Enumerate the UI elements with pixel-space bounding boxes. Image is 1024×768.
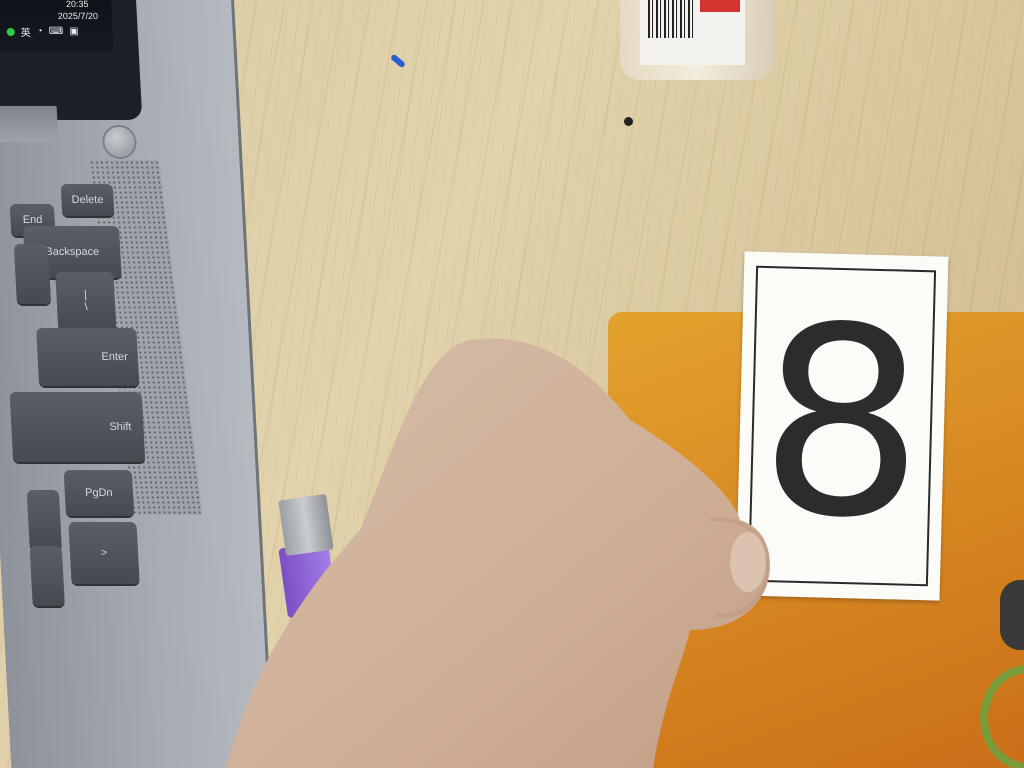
key-enter[interactable]: Enter [36, 328, 140, 386]
key-arrow-label: > [100, 547, 108, 559]
key-shift[interactable]: Shift [9, 392, 146, 462]
key-right-arrow[interactable]: > [68, 522, 140, 584]
key-pgdn-label: PgDn [84, 487, 113, 499]
key-partial-left-3[interactable] [29, 546, 65, 606]
key-delete-label: Delete [71, 194, 104, 206]
key-partial-left-2[interactable] [26, 490, 62, 550]
key-pgdn[interactable]: PgDn [63, 470, 135, 516]
key-shift-label: Shift [109, 421, 132, 433]
hand [225, 338, 771, 768]
thumbnail [730, 532, 766, 592]
key-enter-label: Enter [101, 351, 129, 363]
screen-bezel: 20:35 2025/7/20 英 ◔ ⌨ ▣ [0, 0, 143, 120]
dark-object [1000, 580, 1024, 650]
key-delete[interactable]: Delete [60, 184, 115, 216]
clock-date: 2025/7/20 [57, 11, 99, 21]
status-dot-icon[interactable] [6, 27, 15, 36]
ime-indicator[interactable]: 英 [20, 24, 32, 39]
barcode [648, 0, 696, 38]
laptop-hinge [0, 106, 59, 142]
key-backspace-label: Backspace [45, 246, 100, 258]
power-button[interactable] [103, 127, 136, 157]
taskbar-clock[interactable]: 20:35 2025/7/20 [57, 0, 99, 22]
red-label-tag [700, 0, 740, 12]
system-tray: 英 ◔ ⌨ ▣ [0, 24, 79, 39]
key-backslash-label: \ [84, 301, 88, 313]
input-icon[interactable]: ⌨ [48, 26, 63, 37]
notification-icon[interactable]: ▣ [69, 26, 79, 37]
black-debris [624, 117, 633, 126]
key-end-label: End [22, 214, 43, 226]
photo-scene: 20:35 2025/7/20 英 ◔ ⌨ ▣ End Delete Backs… [0, 0, 1024, 768]
key-pipe-label: | [83, 289, 88, 301]
key-partial-left-1[interactable] [13, 244, 51, 304]
key-backslash[interactable]: | \ [55, 272, 117, 330]
hand-shape [225, 338, 770, 768]
wifi-icon[interactable]: ◔ [36, 26, 43, 37]
laptop-screen: 20:35 2025/7/20 英 ◔ ⌨ ▣ [0, 0, 114, 52]
clock-time: 20:35 [65, 0, 89, 9]
